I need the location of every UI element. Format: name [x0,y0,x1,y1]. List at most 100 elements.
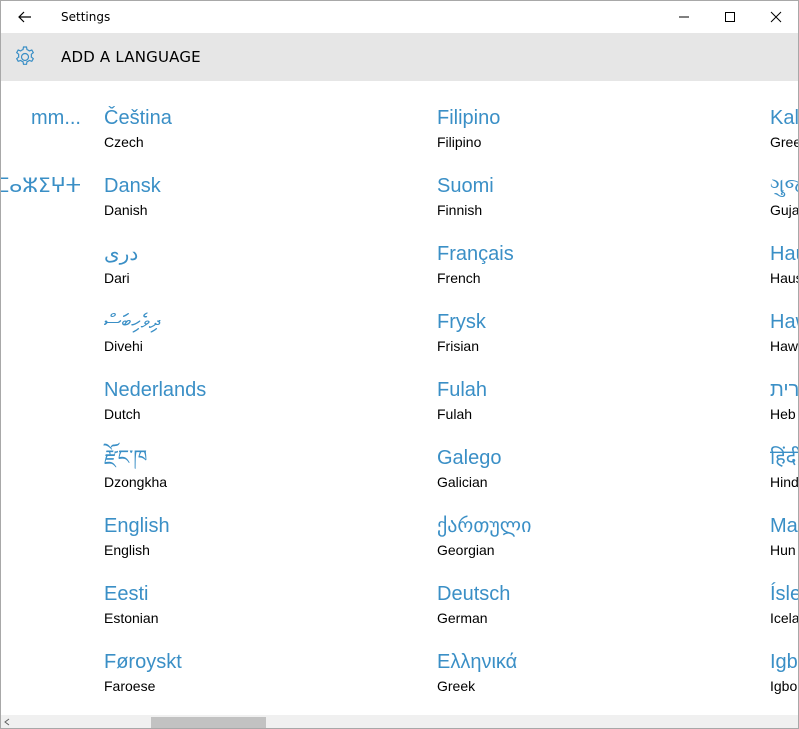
language-native-name: Føroyskt [104,651,182,673]
language-item-danish[interactable]: Dansk Danish [104,173,404,241]
language-item-finnish[interactable]: Suomi Finnish [437,173,737,241]
language-item-fulah[interactable]: Fulah Fulah [437,377,737,445]
language-english-name: Heb [770,406,796,422]
language-item-dari[interactable]: دری Dari [104,241,404,309]
language-native-name: دری [104,243,139,265]
minimize-icon [679,16,689,18]
language-english-name: Gree [770,134,798,150]
language-item[interactable]: Haw Haw [770,309,798,377]
back-button[interactable] [9,1,41,33]
language-column-partial: mm... ⵜⴰⵎⴰⵣⵉⵖⵜ [1,105,81,241]
language-native-name: Haw [770,311,798,333]
language-english-name: Icela [770,610,798,626]
language-item[interactable]: Ma Hun [770,513,798,581]
language-item-faroese[interactable]: Føroyskt Faroese [104,649,404,715]
language-english-name: Danish [104,202,148,218]
language-native-name: Ísle [770,583,798,605]
language-english-name: Galician [437,474,488,490]
language-english-name: Georgian [437,542,495,558]
language-english-name: Divehi [104,338,143,354]
language-english-name: Hun [770,542,796,558]
language-english-name: French [437,270,481,286]
language-grid: mm... ⵜⴰⵎⴰⵣⵉⵖⵜ Čeština Czech Dansk Danis… [1,81,798,715]
language-english-name: Haw [770,338,798,354]
language-native-name: Hau [770,243,798,265]
language-english-name: Dzongkha [104,474,168,490]
language-native-name: Igb [770,651,798,673]
language-item-divehi[interactable]: ދިވެހިބަސް Divehi [104,309,404,377]
settings-window: Settings ADD A LANGUAGE mm... ⴰⵣⵉⵖⵜ Češt… [0,0,799,729]
language-native-name: Nederlands [104,379,207,401]
close-button[interactable] [753,1,798,33]
language-native-name: ქართული [437,515,532,537]
page-title: ADD A LANGUAGE [61,48,201,66]
language-item-french[interactable]: Français French [437,241,737,309]
language-native-name: རྫོང་ཁ [104,447,148,469]
window-title: Settings [61,10,111,24]
language-column-1: Čeština Czech Dansk Danish دری Dari ދިވެ… [104,105,404,715]
language-native-name: Frysk [437,311,486,333]
language-item-czech[interactable]: Čeština Czech [104,105,404,173]
language-english-name: Dutch [104,406,141,422]
language-item-filipino[interactable]: Filipino Filipino [437,105,737,173]
language-native-name: English [104,515,170,537]
language-item-frisian[interactable]: Frysk Frisian [437,309,737,377]
close-icon [770,11,782,23]
language-item-english[interactable]: English English [104,513,404,581]
language-native-name: ⵜⴰⵎⴰⵣⵉⵖⵜ [1,175,81,197]
language-english-name: Faroese [104,678,156,694]
page-header: ADD A LANGUAGE [1,33,798,81]
language-item[interactable]: Ísle Icela [770,581,798,649]
language-item-georgian[interactable]: ქართული Georgian [437,513,737,581]
language-english-name: Dari [104,270,130,286]
scroll-left-icon[interactable] [3,718,11,726]
language-native-name: Suomi [437,175,494,197]
gear-icon [15,46,35,65]
title-bar: Settings [1,1,798,33]
language-native-name: עברית [770,379,798,401]
language-native-name: Galego [437,447,502,469]
language-english-name: Haus [770,270,798,286]
language-item-dzongkha[interactable]: རྫོང་ཁ Dzongkha [104,445,404,513]
language-column-3: Kal Gree ગુજ Guja Hau Haus Haw Haw עברית… [770,105,798,715]
scrollbar-thumb[interactable] [151,717,266,728]
language-native-name: mm... [31,107,81,129]
language-item-dutch[interactable]: Nederlands Dutch [104,377,404,445]
language-native-name: ދިވެހިބަސް [104,311,160,333]
language-item[interactable]: हिंदी Hind [770,445,798,513]
language-native-name: Deutsch [437,583,511,605]
language-native-name: Fulah [437,379,488,401]
language-native-name: Dansk [104,175,161,197]
language-english-name: German [437,610,488,626]
maximize-button[interactable] [707,1,753,33]
language-item[interactable]: Igb Igbo [770,649,798,715]
language-native-name: Čeština [104,107,172,129]
language-english-name: Finnish [437,202,483,218]
language-english-name: Fulah [437,406,473,422]
language-native-name: Kal [770,107,798,129]
language-english-name: Guja [770,202,798,218]
minimize-button[interactable] [661,1,707,33]
language-native-name: Ελληνικά [437,651,518,673]
language-english-name: Frisian [437,338,480,354]
language-item-estonian[interactable]: Eesti Estonian [104,581,404,649]
language-item[interactable]: Hau Haus [770,241,798,309]
language-english-name: English [104,542,150,558]
language-native-name: Ma [770,515,798,537]
language-column-2: Filipino Filipino Suomi Finnish Français… [437,105,737,715]
language-item[interactable]: Kal Gree [770,105,798,173]
language-native-name: Français [437,243,514,265]
language-item[interactable]: עברית Heb [770,377,798,445]
language-item[interactable]: mm... [1,105,81,173]
language-item-galician[interactable]: Galego Galician [437,445,737,513]
language-english-name: Czech [104,134,144,150]
language-item-greek[interactable]: Ελληνικά Greek [437,649,737,715]
maximize-icon [725,12,735,22]
language-item[interactable]: ⵜⴰⵎⴰⵣⵉⵖⵜ [1,173,81,241]
language-item-german[interactable]: Deutsch German [437,581,737,649]
back-arrow-icon [18,11,31,23]
horizontal-scrollbar[interactable] [1,715,798,728]
language-english-name: Greek [437,678,476,694]
language-native-name: Eesti [104,583,149,605]
language-item[interactable]: ગુજ Guja [770,173,798,241]
